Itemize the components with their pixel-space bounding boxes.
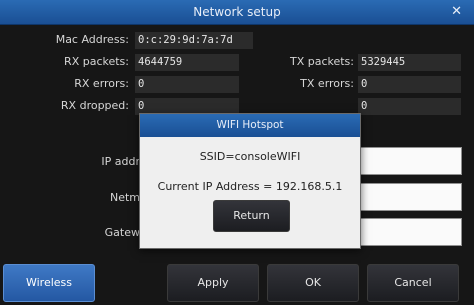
wireless-hotspot-button[interactable]: Wireless Hotspot	[3, 264, 95, 302]
mac-address-label: Mac Address:	[55, 33, 129, 46]
tx-packets-value: 5329445	[358, 54, 461, 71]
gateway-label: Gatew	[104, 226, 140, 239]
rx-dropped-label: RX dropped:	[60, 99, 129, 112]
window-title: Network setup	[193, 5, 281, 19]
rx-packets-value: 4644759	[135, 54, 239, 71]
ssid-text: SSID=consoleWIFI	[199, 150, 301, 163]
tx-errors-value: 0	[358, 76, 461, 93]
ip-address-label: IP addr	[101, 155, 140, 168]
dialog-title: WIFI Hotspot	[140, 114, 360, 137]
rx-packets-label: RX packets:	[64, 55, 129, 68]
rx-errors-value: 0	[135, 76, 239, 93]
return-button[interactable]: Return	[213, 200, 290, 232]
mac-address-value: 0:c:29:9d:7a:7d	[135, 32, 253, 49]
network-setup-window: Network setup ✕ Mac Address: 0:c:29:9d:7…	[0, 0, 474, 305]
cancel-button[interactable]: Cancel	[367, 264, 459, 302]
wifi-hotspot-dialog: WIFI Hotspot SSID=consoleWIFI Current IP…	[139, 113, 361, 249]
tx-packets-label: TX packets:	[289, 55, 354, 68]
title-bar: Network setup ✕	[0, 0, 474, 25]
rx-errors-label: RX errors:	[74, 77, 129, 90]
close-icon[interactable]: ✕	[451, 4, 462, 19]
tx-dropped-value: 0	[358, 98, 461, 115]
netmask-label: Netm	[109, 191, 140, 204]
tx-errors-label: TX errors:	[300, 77, 354, 90]
current-ip-text: Current IP Address = 192.168.5.1	[157, 180, 343, 193]
ok-button[interactable]: OK	[267, 264, 359, 302]
apply-button[interactable]: Apply	[167, 264, 259, 302]
